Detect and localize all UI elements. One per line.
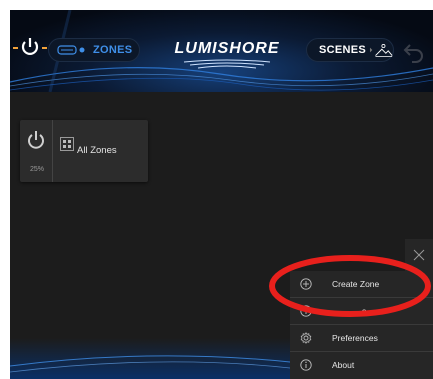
scenes-tab[interactable]: SCENES	[306, 38, 394, 62]
red-highlight-ellipse	[269, 255, 431, 317]
all-zones-grid-icon	[60, 137, 74, 151]
logo-wave-mark	[183, 59, 271, 69]
gear-icon	[300, 332, 312, 344]
menu-item-preferences[interactable]: Preferences	[290, 325, 433, 352]
zone-name: All Zones	[77, 145, 117, 156]
menu-item-about[interactable]: About	[290, 352, 433, 379]
header-bar: ZONES LUMISHORE SCENES	[10, 10, 433, 92]
zone-power-icon[interactable]	[27, 130, 45, 150]
card-divider	[52, 120, 53, 182]
master-power-button[interactable]	[10, 32, 50, 62]
scenes-icon	[370, 44, 393, 57]
scenes-label: SCENES	[319, 44, 367, 56]
zone-card-all-zones[interactable]: 25% All Zones	[20, 120, 148, 182]
power-icon	[13, 38, 47, 55]
zones-label: ZONES	[93, 44, 133, 56]
logo-text: LUMISHORE	[174, 40, 280, 57]
zones-tab[interactable]: ZONES	[48, 38, 140, 62]
menu-item-label: About	[332, 360, 355, 370]
lumishore-logo: LUMISHORE	[172, 40, 282, 76]
menu-item-label: Preferences	[332, 333, 378, 343]
info-icon	[300, 359, 312, 371]
zone-level-text: 25%	[29, 166, 44, 173]
app-window: ZONES LUMISHORE SCENES 25% All Zones Cre…	[10, 10, 433, 379]
back-arrow-icon[interactable]	[402, 40, 426, 64]
boat-light-icon	[57, 45, 85, 55]
